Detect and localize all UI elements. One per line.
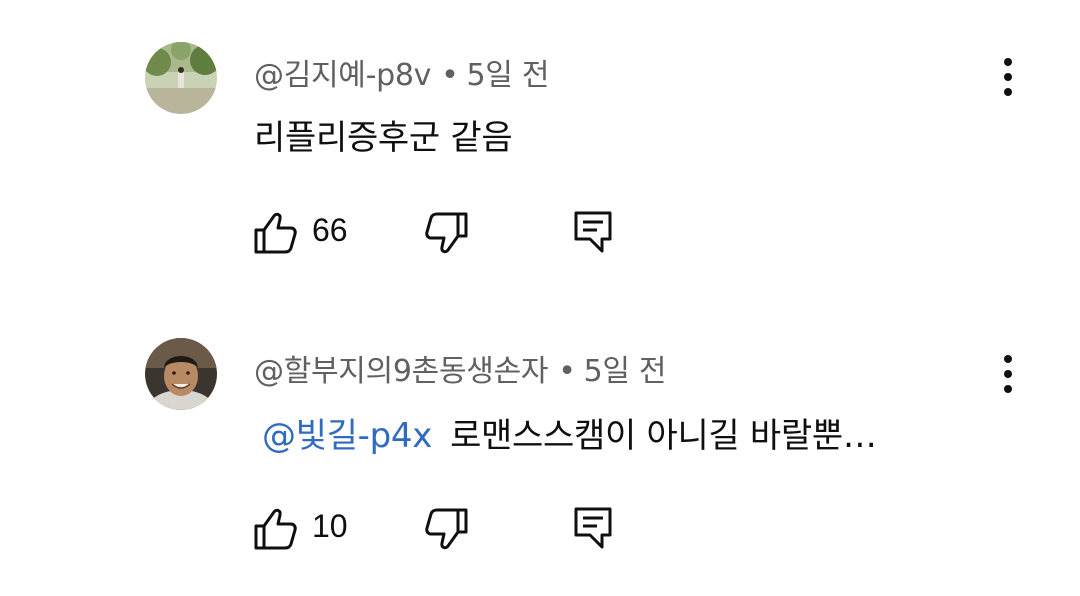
comment-text: @빛길-p4x 로맨스스캠이 아니길 바랄뿐… <box>254 408 877 457</box>
avatar[interactable] <box>145 338 217 410</box>
comment-meta: @할부지의9촌동생손자 • 5일 전 <box>254 346 667 390</box>
like-button[interactable] <box>250 504 300 554</box>
thumbs-up-icon <box>254 508 297 550</box>
comment-time: 5일 전 <box>583 354 667 389</box>
dislike-button[interactable] <box>422 504 472 554</box>
author-name[interactable]: @할부지의9촌동생손자 <box>254 354 548 389</box>
more-options-button[interactable] <box>988 349 1028 399</box>
meta-separator: • <box>558 354 576 389</box>
more-vertical-icon <box>1004 355 1012 393</box>
reply-button[interactable] <box>572 504 616 554</box>
comment-body: 로맨스스캠이 아니길 바랄뿐… <box>450 416 877 456</box>
like-count: 10 <box>312 508 348 544</box>
mention-link[interactable]: @빛길-p4x <box>262 416 432 456</box>
comment-item: @할부지의9촌동생손자 • 5일 전 @빛길-p4x 로맨스스캠이 아니길 바랄뿐… … <box>0 0 1080 596</box>
reply-comment-icon <box>574 507 612 549</box>
thumbs-down-icon <box>425 508 468 550</box>
